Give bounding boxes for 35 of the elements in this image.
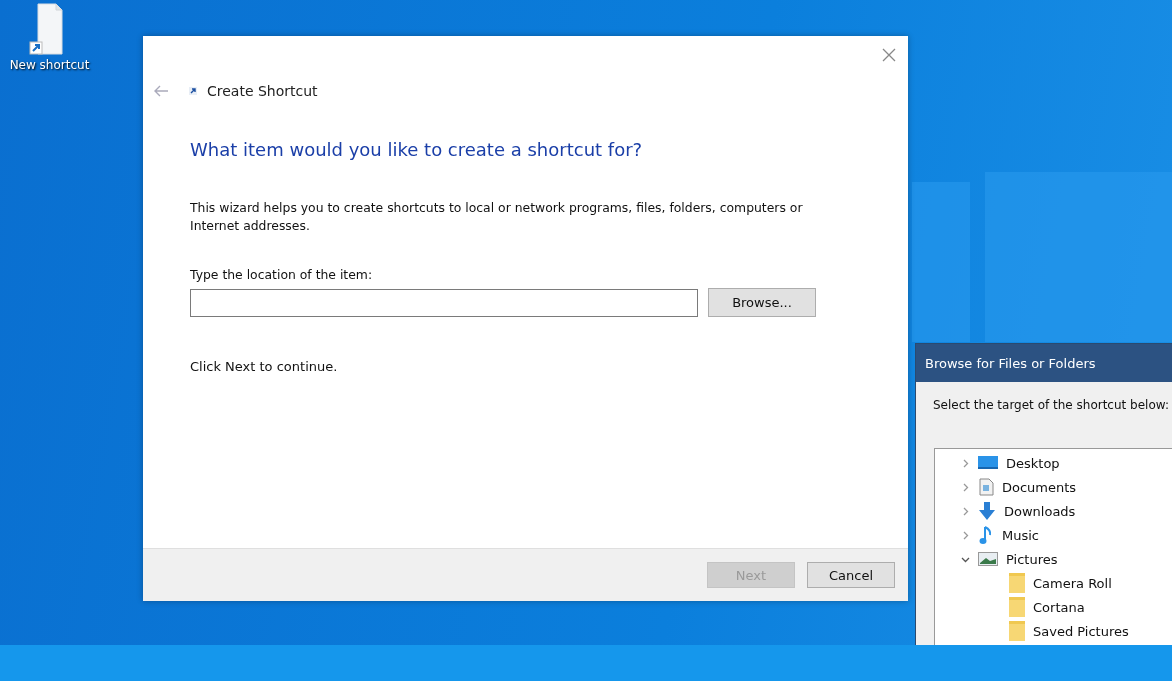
expand-chevron-icon[interactable] [961,482,970,492]
instruction-text: Click Next to continue. [190,359,339,374]
picture-icon [978,552,998,566]
shortcut-file-icon[interactable] [27,2,64,58]
music-note-icon [978,525,994,545]
folder-icon [1009,597,1025,617]
wizard-heading: What item would you like to create a shortcut for? [190,139,644,160]
location-field[interactable] [190,288,698,317]
tree-item[interactable]: Music [1002,527,1039,543]
folder-icon [1009,573,1025,593]
expand-chevron-icon[interactable] [961,458,970,468]
tree-item[interactable]: Pictures [1006,551,1058,567]
shortcut-icon [189,87,197,95]
folder-icon [1009,621,1025,641]
close-icon[interactable] [882,47,896,61]
browse-button[interactable]: Browse... [708,288,816,317]
tree-item[interactable]: Desktop [1006,455,1060,471]
tree-item[interactable]: Downloads [1004,503,1076,519]
tree-item[interactable]: Camera Roll [1033,575,1112,591]
desktop-icon-label[interactable]: New shortcut [9,58,90,72]
dialog-title: Browse for Files or Folders [925,355,1096,371]
expand-chevron-icon[interactable] [961,506,970,516]
wizard-button[interactable]: Cancel [807,562,895,588]
expand-chevron-icon[interactable] [961,530,970,540]
back-arrow-icon[interactable] [153,85,169,97]
location-label: Type the location of the item: [190,267,374,282]
tree-item[interactable]: Documents [1002,479,1077,495]
tree-item[interactable]: Saved Pictures [1033,623,1129,639]
download-arrow-icon [978,501,996,521]
monitor-icon [978,455,998,471]
tree-item[interactable]: Cortana [1033,599,1085,615]
document-icon [978,478,994,496]
wizard-title: Create Shortcut [207,83,318,99]
dialog-prompt: Select the target of the shortcut below: [933,398,1170,412]
wizard-description: This wizard helps you to create shortcuts to local or network programs, files, folders, computers or Internet addresses. [190,199,804,235]
